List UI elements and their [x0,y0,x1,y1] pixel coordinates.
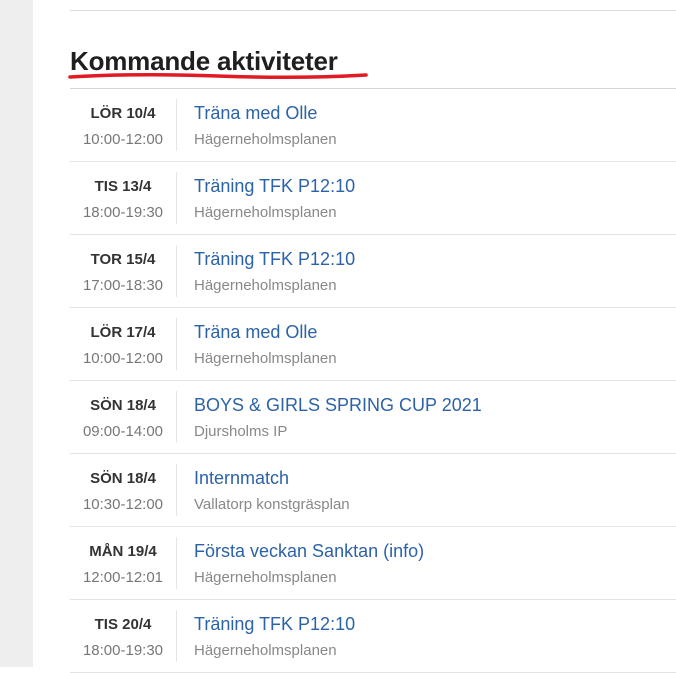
activity-date: SÖN 18/4 [90,470,156,487]
activity-date: TIS 20/4 [94,616,152,633]
activity-row[interactable]: LÖR 17/4 10:00-12:00 Träna med Olle Häge… [70,308,676,381]
activity-time: 18:00-19:30 [82,642,164,659]
activity-location: Hägerneholmsplanen [194,642,337,659]
row-separator [176,318,177,370]
activity-date: SÖN 18/4 [90,397,156,414]
left-gutter [0,0,33,667]
activity-location: Djursholms IP [194,423,288,440]
activity-time: 10:00-12:00 [82,131,164,148]
activity-location: Vallatorp konstgräsplan [194,496,350,513]
row-separator [176,610,177,662]
activity-title-link[interactable]: Träning TFK P12:10 [194,613,355,635]
activity-title-link[interactable]: Träning TFK P12:10 [194,248,355,270]
activity-date: LÖR 10/4 [90,105,156,122]
activity-date: MÅN 19/4 [89,543,157,560]
section-header: Kommande aktiviteter [68,46,368,80]
activity-row[interactable]: TIS 13/4 18:00-19:30 Träning TFK P12:10 … [70,162,676,235]
activity-row[interactable]: SÖN 18/4 10:30-12:00 Internmatch Vallato… [70,454,676,527]
activity-title-link[interactable]: Träna med Olle [194,321,317,343]
activity-time: 10:30-12:00 [82,496,164,513]
activity-date: TOR 15/4 [90,251,156,268]
activity-time: 09:00-14:00 [82,423,164,440]
top-divider [70,10,676,11]
activity-time: 18:00-19:30 [82,204,164,221]
activity-row[interactable]: TOR 15/4 17:00-18:30 Träning TFK P12:10 … [70,235,676,308]
row-separator [176,391,177,443]
activity-location: Hägerneholmsplanen [194,131,337,148]
activity-date: TIS 13/4 [94,178,152,195]
activity-time: 10:00-12:00 [82,350,164,367]
row-separator [176,464,177,516]
activity-date: LÖR 17/4 [90,324,156,341]
row-separator [176,99,177,151]
activity-row[interactable]: SÖN 18/4 09:00-14:00 BOYS & GIRLS SPRING… [70,381,676,454]
heading-underline [68,72,368,80]
activity-time: 17:00-18:30 [82,277,164,294]
row-separator [176,537,177,589]
activity-location: Hägerneholmsplanen [194,350,337,367]
activity-title-link[interactable]: Första veckan Sanktan (info) [194,540,424,562]
activity-row[interactable]: TIS 20/4 18:00-19:30 Träning TFK P12:10 … [70,600,676,673]
activity-title-link[interactable]: BOYS & GIRLS SPRING CUP 2021 [194,394,482,416]
activity-list: LÖR 10/4 10:00-12:00 Träna med Olle Häge… [70,89,676,673]
activity-time: 12:00-12:01 [82,569,164,586]
activity-location: Hägerneholmsplanen [194,569,337,586]
activity-title-link[interactable]: Internmatch [194,467,289,489]
activity-row[interactable]: MÅN 19/4 12:00-12:01 Första veckan Sankt… [70,527,676,600]
activity-title-link[interactable]: Träning TFK P12:10 [194,175,355,197]
activity-row[interactable]: LÖR 10/4 10:00-12:00 Träna med Olle Häge… [70,89,676,162]
row-separator [176,245,177,297]
activity-location: Hägerneholmsplanen [194,277,337,294]
main-content: Kommande aktiviteter LÖR 10/4 10:00-12:0… [33,0,676,673]
activity-title-link[interactable]: Träna med Olle [194,102,317,124]
activity-location: Hägerneholmsplanen [194,204,337,221]
row-separator [176,172,177,224]
